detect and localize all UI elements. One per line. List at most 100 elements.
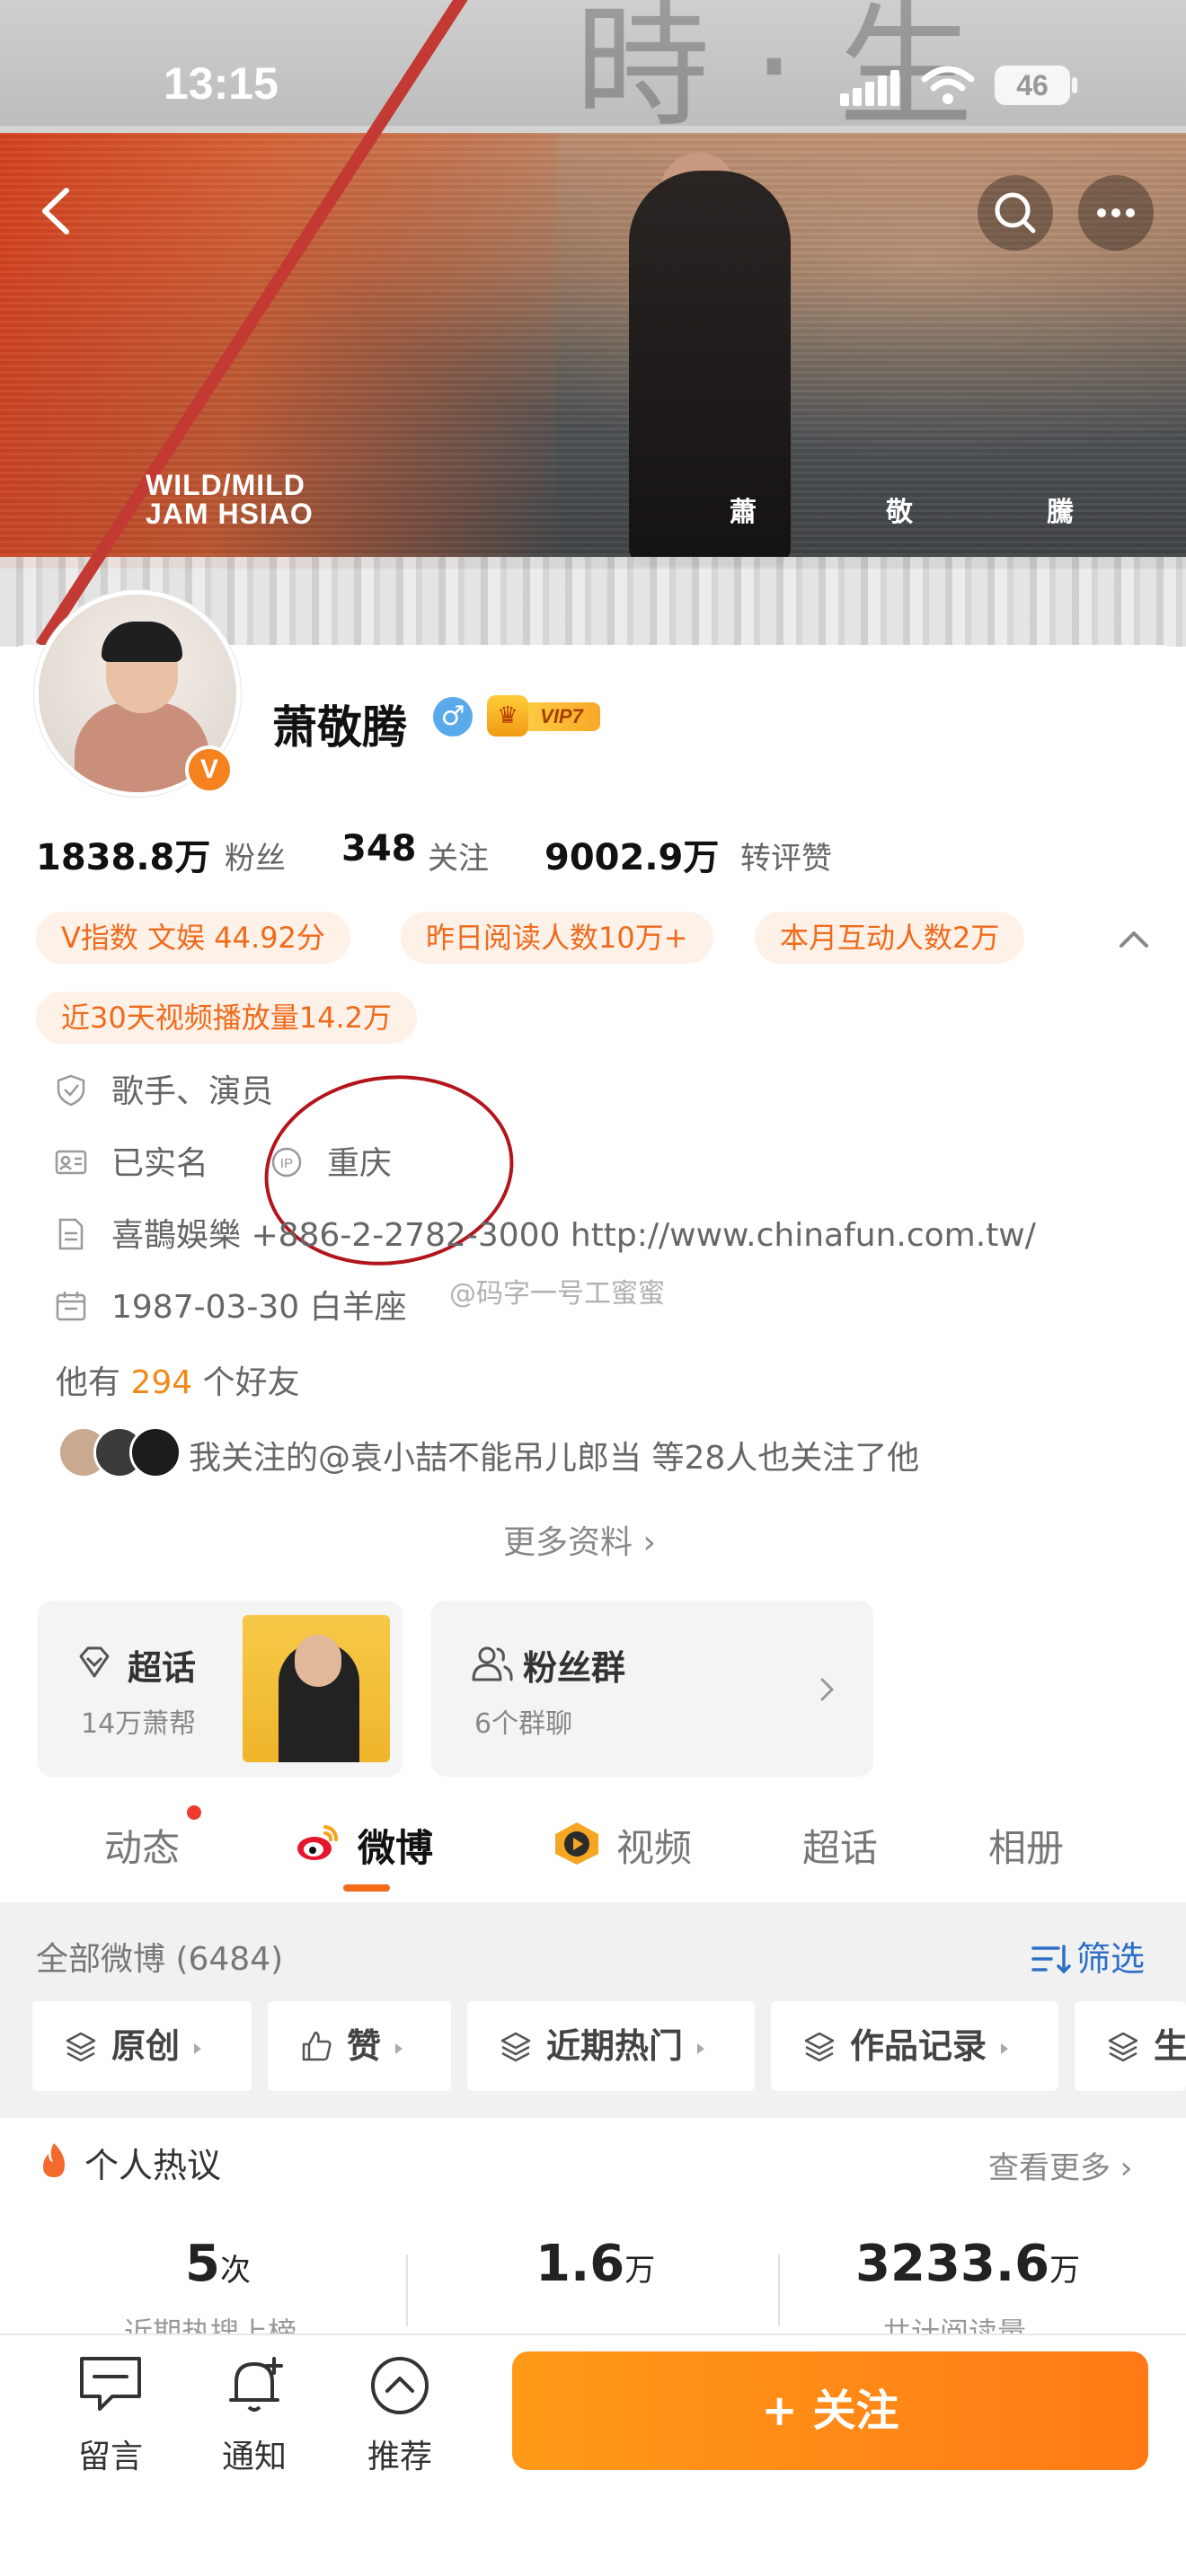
battery-icon: 46: [995, 66, 1070, 105]
back-button[interactable]: [27, 180, 90, 243]
filter-label: 筛选: [1076, 1939, 1146, 1979]
comment-button[interactable]: 留言: [61, 2353, 160, 2477]
profile-name: 萧敬腾: [272, 701, 407, 754]
interactions-count[interactable]: 9002.9万: [544, 828, 719, 880]
filter-tag-more[interactable]: 生: [1075, 2001, 1186, 2091]
v-index-chip[interactable]: V指数 文娱 44.92分: [36, 912, 350, 964]
album-vertical-char: 敬: [886, 497, 913, 528]
super-topic-thumbnail: [243, 1615, 390, 1762]
vip-badge[interactable]: VIP7 ♛: [487, 695, 602, 737]
divider: [778, 2254, 780, 2326]
company-row[interactable]: 喜鵲娛樂 +886-2-2782-3000 http://www.chinafu…: [54, 1211, 1036, 1261]
layers-icon: [66, 2032, 96, 2061]
album-vertical-char: 騰: [1047, 497, 1074, 528]
video-views-chip[interactable]: 近30天视频播放量14.2万: [36, 992, 417, 1044]
filter-button[interactable]: 筛选: [1031, 1931, 1145, 1981]
layers-icon: [500, 2032, 531, 2061]
hot-search-count: 5次: [185, 2235, 251, 2293]
hot-unit: 次: [219, 2253, 251, 2289]
super-topic-sub: 14万萧帮: [81, 1708, 197, 1740]
video-tab-icon: [552, 1820, 602, 1866]
layers-icon: [1108, 2032, 1138, 2061]
recommend-button[interactable]: 推荐: [350, 2353, 449, 2477]
mutual-follow-text[interactable]: 我关注的@袁小喆不能吊儿郎当 等28人也关注了他: [189, 1432, 919, 1478]
occupation-row: 歌手、演员: [54, 1067, 273, 1117]
wifi-icon: [921, 66, 975, 104]
more-options-button[interactable]: [1078, 175, 1154, 251]
fan-group-sub: 6个群聊: [474, 1708, 573, 1740]
tab-album[interactable]: 相册: [988, 1818, 1064, 1873]
fan-group-card[interactable]: 粉丝群 6个群聊: [431, 1601, 873, 1777]
calendar-icon: [56, 1292, 86, 1321]
banner-figure: [629, 171, 791, 566]
hot-unit: 万: [624, 2253, 656, 2289]
fans-count[interactable]: 1838.8万: [36, 828, 210, 880]
weibo-tab-icon: [295, 1820, 341, 1866]
filter-tag-label: 原创: [111, 2026, 181, 2066]
friends-line[interactable]: 他有 294 个好友: [56, 1356, 300, 1403]
new-activity-dot: [187, 1805, 201, 1820]
friends-prefix: 他有: [56, 1364, 121, 1401]
divider: [406, 2254, 408, 2326]
fire-icon: [43, 2143, 65, 2177]
filter-tag-works[interactable]: 作品记录: [771, 2001, 1058, 2091]
company-text: 喜鵲娛樂 +886-2-2782-3000 http://www.chinafu…: [111, 1217, 1036, 1254]
filter-icon: [1031, 1944, 1071, 1973]
shield-icon: [57, 1074, 85, 1107]
crown-icon: ♛: [487, 695, 528, 737]
message-icon: [80, 2357, 141, 2411]
hot-discussion-title: 个人热议: [84, 2146, 222, 2185]
layers-icon: [804, 2032, 835, 2061]
filter-tag-recent-hot[interactable]: 近期热门: [467, 2001, 755, 2091]
album-title-line1: WILD/MILD: [146, 469, 305, 501]
chevron-right-icon: [820, 1678, 835, 1701]
super-topic-card[interactable]: 超话 14万萧帮: [38, 1601, 403, 1777]
tab-weibo[interactable]: 微博: [358, 1818, 433, 1873]
cellular-signal-icon: [840, 70, 901, 106]
monthly-interaction-chip[interactable]: 本月互动人数2万: [755, 912, 1025, 964]
fans-label: 粉丝: [225, 841, 286, 877]
filter-tag-label: 赞: [347, 2026, 382, 2066]
vip-level-label: VIP7: [523, 702, 600, 731]
tab-dynamic[interactable]: 动态: [104, 1818, 180, 1873]
filter-tag-like[interactable]: 赞: [268, 2001, 451, 2091]
super-topic-title: 超话: [128, 1648, 197, 1688]
mutual-avatar: [129, 1426, 181, 1478]
hot-value: 3233.6: [855, 2235, 1050, 2293]
tab-video[interactable]: 视频: [616, 1818, 692, 1873]
filter-tag-label: 作品记录: [850, 2026, 987, 2066]
banner-background-glyphs: 時 · 生: [575, 0, 974, 135]
tab-super-topic[interactable]: 超话: [802, 1818, 878, 1873]
daily-readers-chip[interactable]: 昨日阅读人数10万+: [401, 912, 713, 964]
id-card-icon: [55, 1150, 87, 1175]
album-title-line2: JAM HSIAO: [146, 498, 314, 530]
verified-badge: V: [185, 745, 234, 794]
male-gender-icon: ♂: [433, 697, 473, 737]
friends-suffix: 个好友: [202, 1364, 300, 1401]
status-time: 13:15: [164, 58, 279, 109]
hot-value: 5: [185, 2235, 220, 2293]
active-tab-indicator: [343, 1884, 390, 1892]
notify-button[interactable]: 通知: [205, 2353, 304, 2477]
hot-discussion-count: 1.6万: [535, 2235, 655, 2293]
follow-button[interactable]: + 关注: [512, 2351, 1148, 2470]
total-read-count: 3233.6万: [855, 2235, 1080, 2293]
see-more-link[interactable]: 查看更多 ›: [988, 2143, 1132, 2187]
birthday-row: 1987-03-30 白羊座: [54, 1283, 407, 1333]
all-weibo-count: 全部微博 (6484): [36, 1941, 284, 1978]
more-info-link[interactable]: 更多资料 ›: [503, 1516, 656, 1563]
filter-tag-original[interactable]: 原创: [32, 2001, 252, 2091]
real-name-row: 已实名: [54, 1139, 208, 1189]
filter-tag-label: 近期热门: [546, 2026, 684, 2066]
search-button[interactable]: [978, 175, 1053, 251]
comment-label: 留言: [77, 2439, 143, 2475]
mutual-follow-avatars[interactable]: [58, 1426, 183, 1480]
chevron-up-icon[interactable]: [1114, 921, 1154, 960]
birthday-text: 1987-03-30 白羊座: [111, 1289, 407, 1326]
following-count[interactable]: 348: [341, 828, 417, 869]
album-vertical-char: 蕭: [730, 497, 757, 528]
hot-unit: 万: [1049, 2253, 1081, 2289]
interactions-label: 转评赞: [740, 841, 832, 877]
chevron-circle-icon: [371, 2357, 429, 2414]
occupation-text: 歌手、演员: [111, 1073, 274, 1110]
